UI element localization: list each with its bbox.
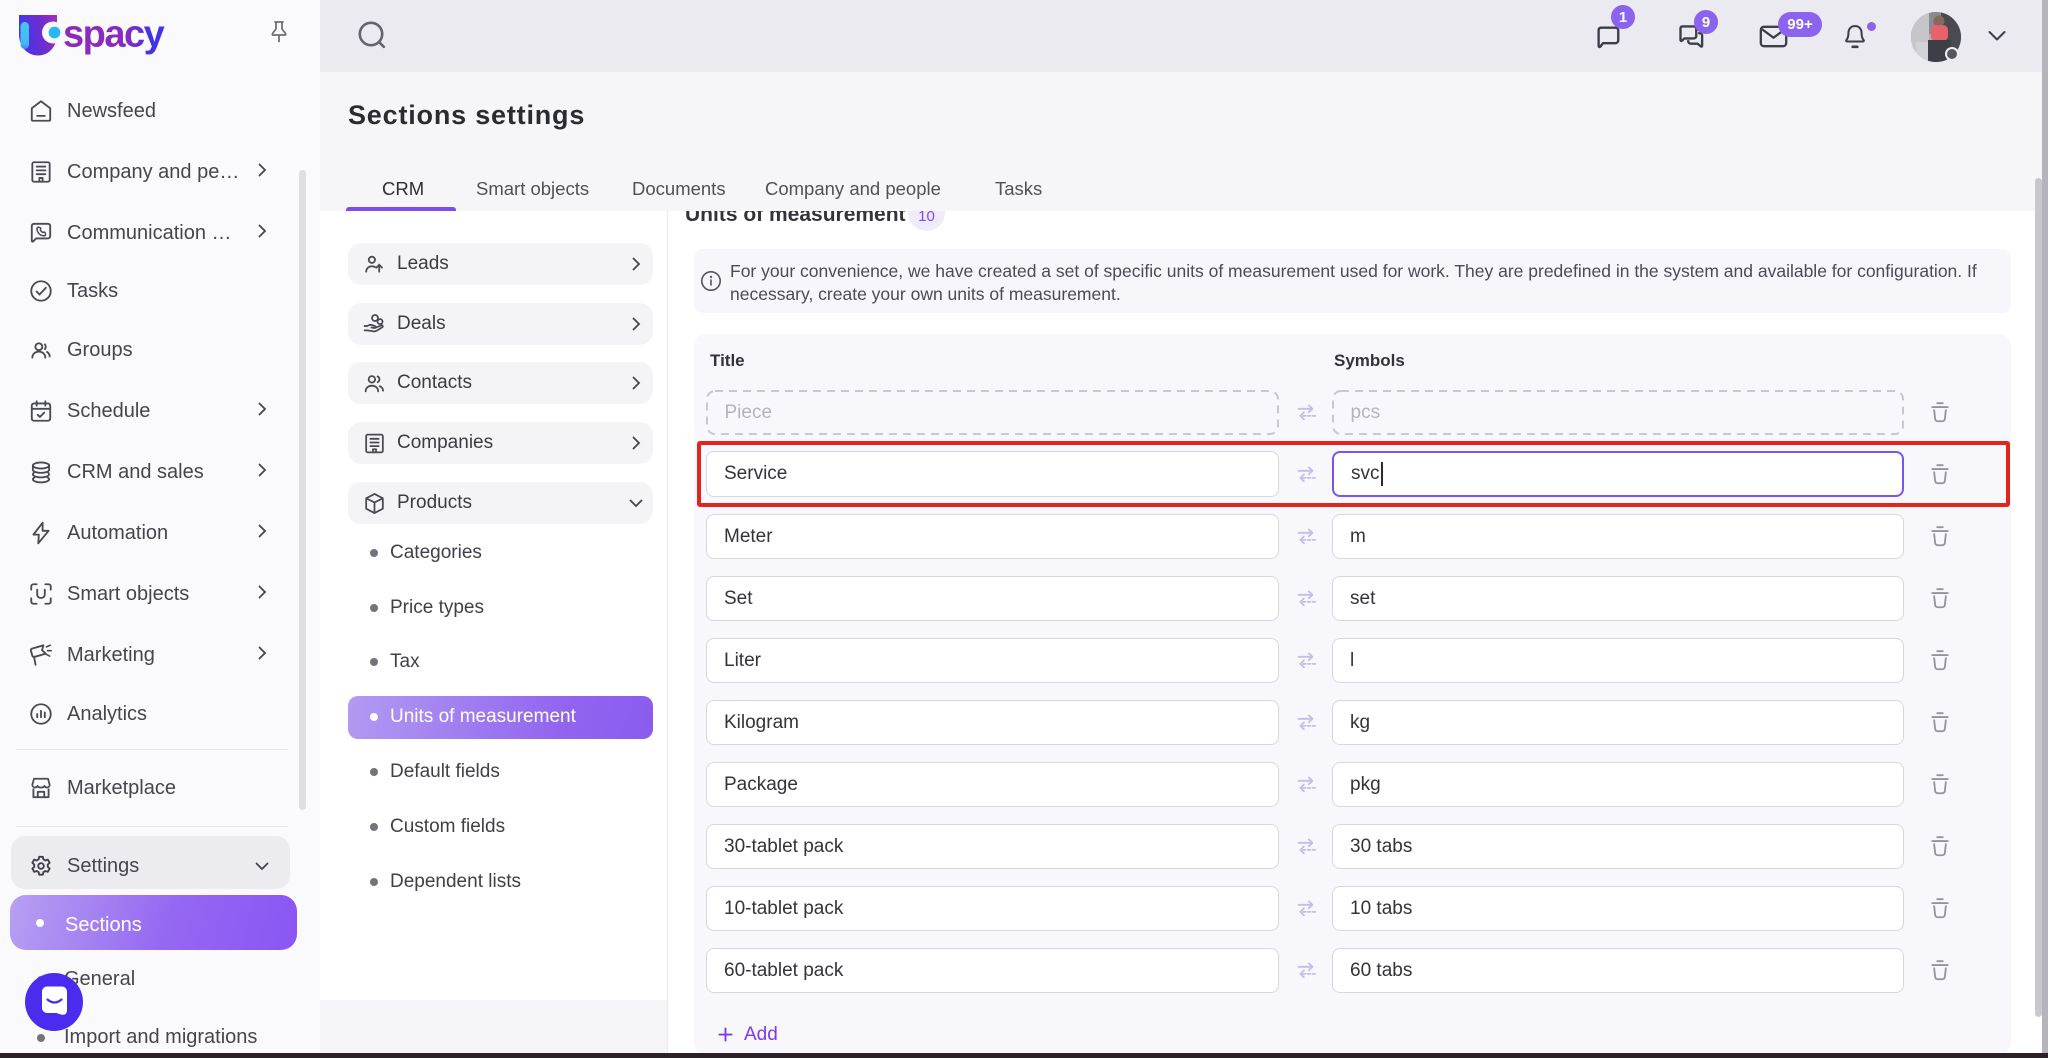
svg-text:spacy: spacy xyxy=(63,14,165,56)
